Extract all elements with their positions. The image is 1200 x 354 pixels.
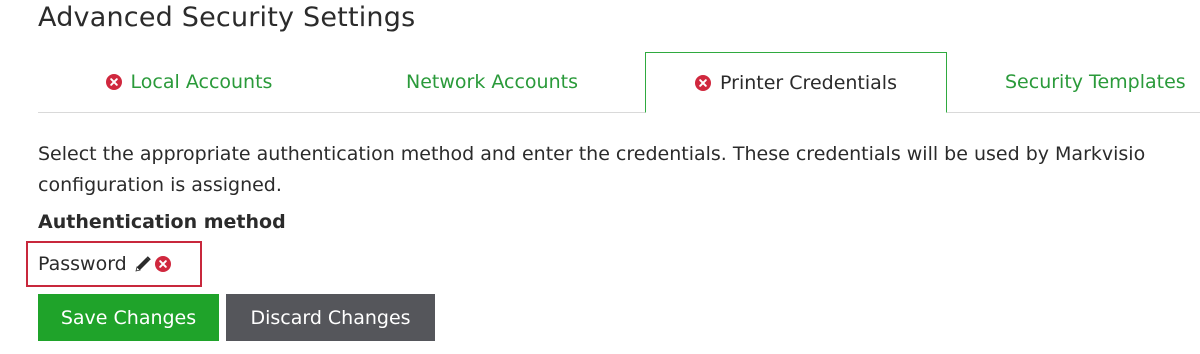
tab-label: Network Accounts: [406, 71, 578, 93]
page-title: Advanced Security Settings: [38, 2, 416, 33]
tab-label: Security Templates: [1005, 71, 1186, 93]
discard-changes-button[interactable]: Discard Changes: [226, 294, 435, 341]
auth-method-label: Authentication method: [38, 211, 286, 233]
auth-method-value: Password: [26, 241, 202, 287]
tab-label: Printer Credentials: [720, 71, 897, 94]
pencil-icon[interactable]: [134, 255, 152, 273]
page: Advanced Security Settings Local Account…: [0, 0, 1200, 354]
description-text: Select the appropriate authentication me…: [38, 139, 1200, 201]
tab-security-templates[interactable]: Security Templates: [947, 52, 1200, 112]
auth-method-value-text: Password: [38, 253, 127, 275]
description-line: Select the appropriate authentication me…: [38, 143, 1146, 165]
save-changes-button[interactable]: Save Changes: [38, 294, 219, 341]
tab-label: Local Accounts: [130, 71, 273, 93]
description-line: configuration is assigned.: [38, 174, 282, 196]
error-circle-icon[interactable]: [154, 256, 171, 272]
tab-local-accounts[interactable]: Local Accounts: [38, 52, 340, 112]
tab-printer-credentials[interactable]: Printer Credentials: [645, 52, 947, 113]
tab-bar: Local Accounts Network Accounts Printer …: [38, 52, 1200, 113]
tab-network-accounts[interactable]: Network Accounts: [340, 52, 644, 112]
error-circle-icon: [105, 74, 122, 90]
error-circle-icon: [695, 74, 712, 91]
